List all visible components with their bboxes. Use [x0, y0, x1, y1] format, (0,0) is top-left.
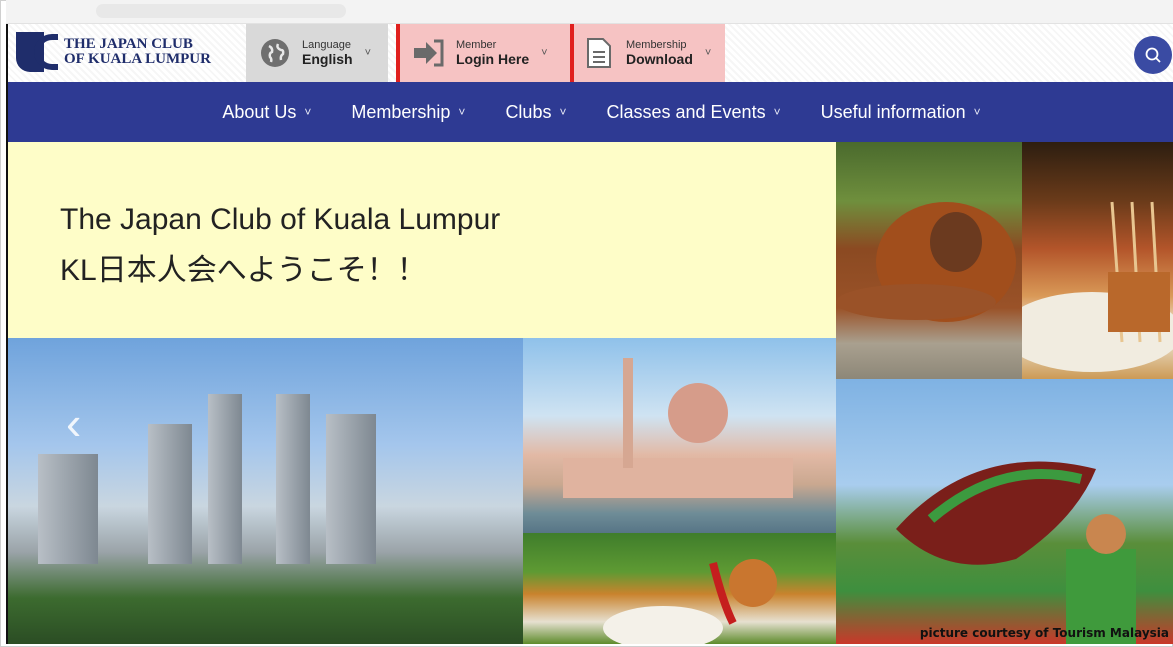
orangutan-photo: [836, 142, 1022, 379]
logo-text: THE JAPAN CLUB OF KUALA LUMPUR: [64, 37, 211, 67]
chevron-down-icon: ˅: [973, 105, 981, 119]
address-bar[interactable]: [96, 4, 346, 18]
main-nav: About Us ˅ Membership ˅ Clubs ˅ Classes …: [8, 82, 1173, 142]
nav-label: Classes and Events: [606, 101, 766, 122]
chevron-down-icon: ˅: [559, 105, 567, 119]
nav-label: About Us: [222, 101, 297, 122]
chevron-down-icon: ˅: [458, 105, 466, 119]
nav-about-us[interactable]: About Us ˅: [222, 102, 311, 123]
hero-title: The Japan Club of Kuala Lumpur: [60, 203, 501, 236]
nav-label: Clubs: [505, 101, 552, 122]
satay-photo: [1022, 142, 1173, 379]
putra-mosque-photo: [523, 338, 836, 533]
nav-membership[interactable]: Membership ˅: [351, 102, 465, 123]
search-button[interactable]: [1134, 36, 1172, 74]
chevron-down-icon: ˅: [364, 47, 371, 59]
hero-banner: The Japan Club of Kuala Lumpur KL日本人会へよう…: [8, 142, 836, 338]
document-icon: [582, 36, 616, 70]
language-caption: Language: [302, 38, 351, 51]
membership-download-label: Download: [626, 50, 693, 67]
site-logo[interactable]: THE JAPAN CLUB OF KUALA LUMPUR: [16, 32, 211, 72]
site-header: THE JAPAN CLUB OF KUALA LUMPUR Language …: [8, 24, 1173, 99]
hero-subtitle: KL日本人会へようこそ！！: [60, 254, 427, 287]
chevron-down-icon: ˅: [704, 47, 712, 59]
nav-useful-information[interactable]: Useful information ˅: [821, 102, 981, 123]
browser-toolbar: [6, 0, 1173, 24]
nav-label: Useful information: [820, 101, 966, 122]
chevron-down-icon: ˅: [773, 105, 781, 119]
jc-logo-icon: [16, 32, 58, 72]
language-value: English: [302, 50, 353, 67]
nav-clubs[interactable]: Clubs ˅: [505, 102, 566, 123]
kuala-lumpur-skyline-photo[interactable]: ‹: [8, 338, 523, 644]
logo-line-2: OF KUALA LUMPUR: [64, 51, 211, 67]
photo-credit: picture courtesy of Tourism Malaysia: [919, 626, 1169, 640]
membership-download-button[interactable]: Membership Download ˅: [570, 24, 725, 82]
chevron-down-icon: ˅: [304, 105, 312, 119]
wau-kite-photo: picture courtesy of Tourism Malaysia: [836, 379, 1173, 644]
logo-line-1: THE JAPAN CLUB: [64, 36, 193, 52]
language-selector[interactable]: Language English ˅: [246, 24, 388, 82]
globe-icon: [258, 36, 292, 70]
page: THE JAPAN CLUB OF KUALA LUMPUR Language …: [6, 24, 1173, 644]
membership-caption: Membership: [626, 38, 687, 51]
search-icon: [1145, 47, 1161, 63]
nav-classes-and-events[interactable]: Classes and Events ˅: [606, 102, 780, 123]
nasi-lemak-photo: [523, 533, 836, 644]
carousel-prev-arrow[interactable]: ‹: [66, 400, 81, 446]
nav-label: Membership: [351, 101, 451, 122]
